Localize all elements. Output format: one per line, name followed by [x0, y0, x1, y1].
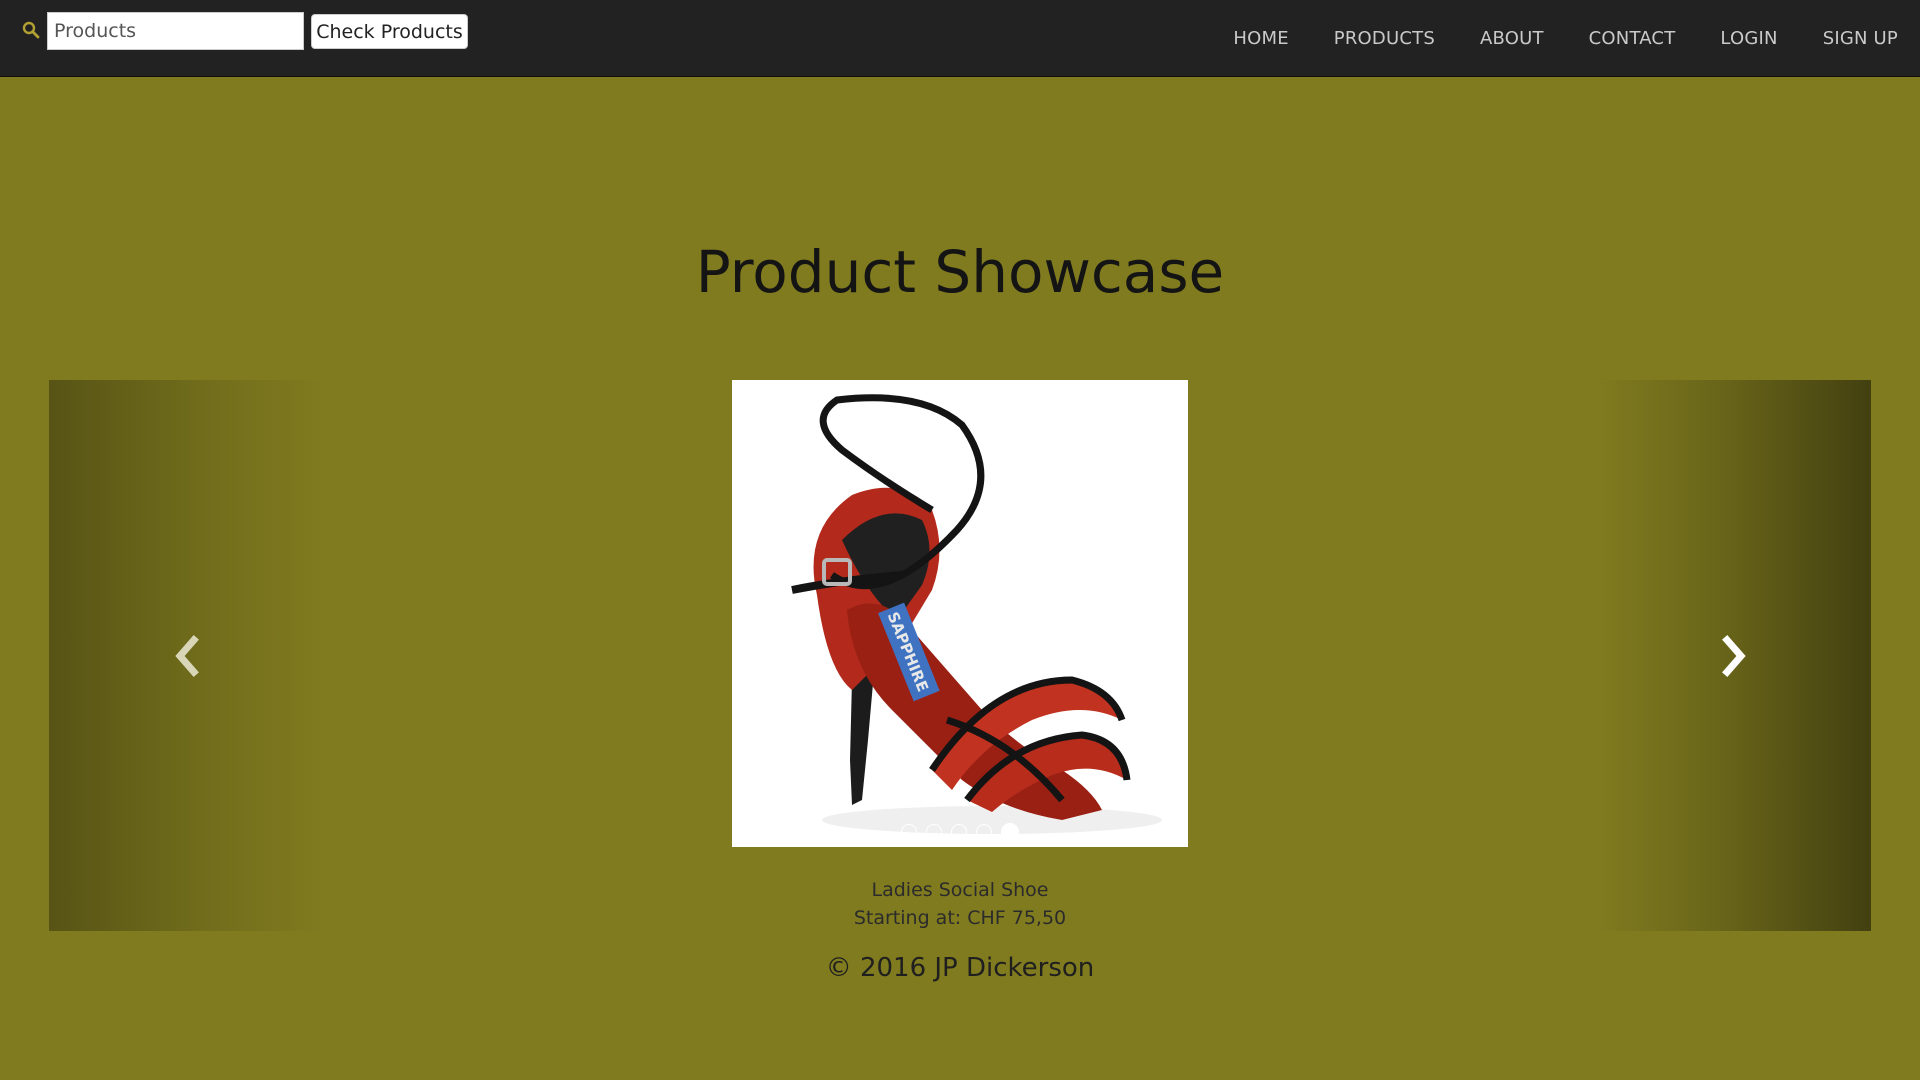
page-title: Product Showcase [695, 238, 1225, 306]
product-carousel: SAPPHIRE Ladies Social Shoe Starting at:… [49, 380, 1871, 931]
check-products-button[interactable]: Check Products [311, 14, 468, 49]
carousel-next-button[interactable] [1596, 380, 1871, 931]
carousel-indicator[interactable] [901, 824, 917, 840]
carousel-indicator[interactable] [951, 824, 967, 840]
search-icon [22, 21, 40, 39]
navbar: Check Products HOME PRODUCTS ABOUT CONTA… [0, 0, 1920, 77]
carousel-indicator[interactable] [976, 824, 992, 840]
nav-link-contact[interactable]: CONTACT [1589, 28, 1676, 49]
product-image: SAPPHIRE [732, 380, 1188, 847]
chevron-right-icon [1721, 634, 1746, 677]
nav-links: HOME PRODUCTS ABOUT CONTACT LOGIN SIGN U… [1188, 0, 1920, 77]
search-input[interactable] [47, 12, 304, 50]
nav-link-signup[interactable]: SIGN UP [1823, 28, 1898, 49]
shoe-illustration: SAPPHIRE [732, 380, 1188, 847]
carousel-indicator[interactable] [926, 824, 942, 840]
footer-copyright: © 2016 JP Dickerson [825, 953, 1095, 983]
nav-link-products[interactable]: PRODUCTS [1334, 28, 1435, 49]
carousel-indicator-active[interactable] [1001, 823, 1019, 841]
nav-link-home[interactable]: HOME [1233, 28, 1288, 49]
nav-link-login[interactable]: LOGIN [1720, 28, 1777, 49]
carousel-indicators [732, 823, 1188, 841]
carousel-prev-button[interactable] [49, 380, 324, 931]
chevron-left-icon [174, 634, 199, 677]
nav-link-about[interactable]: ABOUT [1480, 28, 1544, 49]
